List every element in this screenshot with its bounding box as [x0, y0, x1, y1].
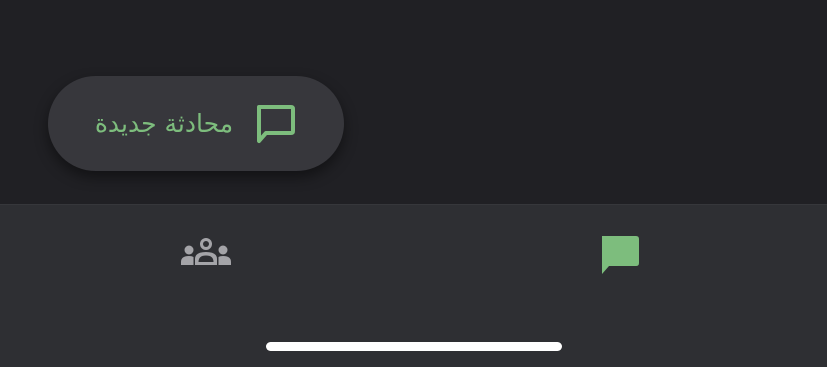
tab-chats[interactable] [590, 227, 650, 287]
tab-people[interactable] [176, 227, 236, 287]
new-conversation-button[interactable]: محادثة جديدة [48, 76, 344, 171]
chat-bubble-filled-icon [598, 233, 642, 281]
new-conversation-label: محادثة جديدة [94, 109, 234, 138]
chat-bubble-outline-icon [253, 102, 297, 146]
people-group-icon [179, 235, 233, 279]
home-indicator[interactable] [266, 342, 562, 351]
app-screen: محادثة جديدة [0, 0, 827, 367]
